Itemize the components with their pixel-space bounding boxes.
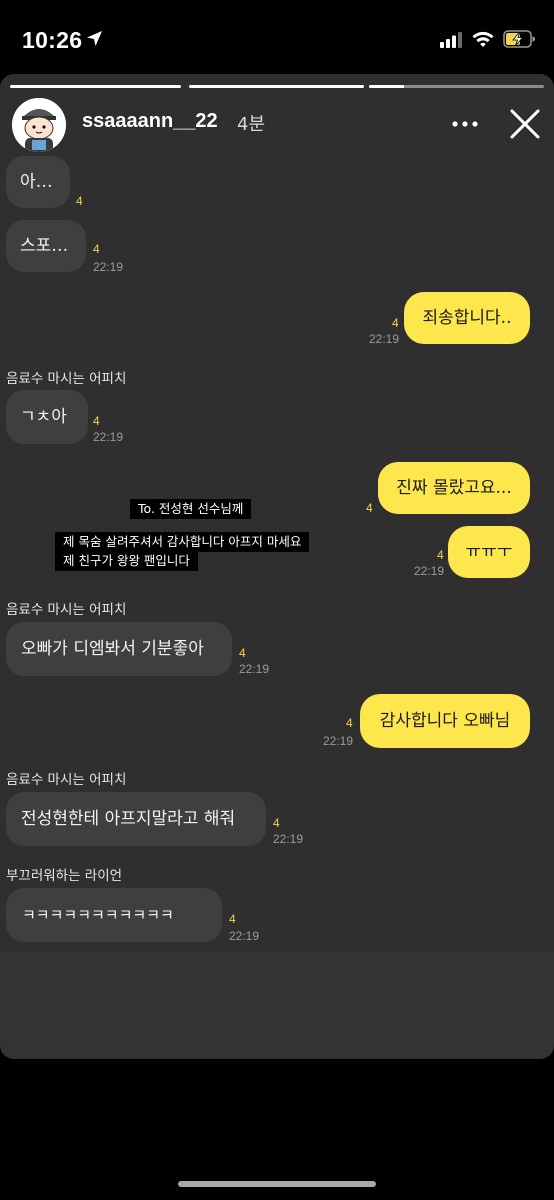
story-username[interactable]: ssaaaann__22 bbox=[82, 110, 218, 133]
avatar-illustration-icon bbox=[12, 98, 66, 152]
unread-count: 4 bbox=[273, 816, 280, 830]
location-arrow-icon bbox=[87, 31, 102, 46]
story-viewer[interactable]: ssaaaann__22 4분 아… 4 스포… 4 22:19 죄송합니다..… bbox=[0, 74, 554, 1059]
message-time: 22:19 bbox=[239, 662, 270, 676]
story-progress-bar bbox=[10, 85, 181, 88]
sender-name: 음료수 마시는 어피치 bbox=[6, 602, 127, 618]
wifi-icon bbox=[472, 31, 494, 47]
unread-count: 4 bbox=[437, 548, 444, 562]
message-time: 22:19 bbox=[369, 332, 400, 346]
avatar[interactable] bbox=[12, 98, 66, 152]
story-progress-bar bbox=[189, 85, 364, 88]
outgoing-message-bubble: 죄송합니다.. bbox=[404, 292, 530, 344]
unread-count: 4 bbox=[239, 646, 246, 660]
story-progress-fill bbox=[10, 85, 181, 88]
unread-count: 4 bbox=[346, 716, 353, 730]
message-time: 22:19 bbox=[323, 734, 354, 748]
clock: 10:26 bbox=[22, 27, 83, 53]
story-timestamp: 4분 bbox=[237, 114, 266, 135]
story-text-overlay: To. 전성현 선수님께 bbox=[130, 499, 252, 519]
story-progress-fill bbox=[369, 85, 404, 88]
message-time: 22:19 bbox=[93, 430, 124, 444]
unread-count: 4 bbox=[93, 414, 100, 428]
incoming-message-bubble: ㄱㅊ아 bbox=[6, 390, 88, 444]
story-progress-fill bbox=[189, 85, 364, 88]
story-text-overlay: 제 목숨 살려주셔서 감사합니다 아프지 마세요 bbox=[55, 532, 310, 552]
unread-count: 4 bbox=[229, 912, 236, 926]
unread-count: 4 bbox=[366, 501, 373, 515]
incoming-message-bubble: 오빠가 디엠봐서 기분좋아 bbox=[6, 622, 232, 676]
close-icon[interactable] bbox=[508, 107, 542, 141]
battery-charging-icon bbox=[503, 30, 535, 48]
message-time: 22:19 bbox=[273, 832, 304, 846]
sender-name: 음료수 마시는 어피치 bbox=[6, 371, 127, 387]
outgoing-message-bubble: ㅠㅠㅜ bbox=[448, 526, 530, 578]
sender-name: 부끄러워하는 라이언 bbox=[6, 868, 123, 884]
home-indicator[interactable] bbox=[178, 1181, 376, 1187]
unread-count: 4 bbox=[392, 316, 399, 330]
story-text-overlay: 제 친구가 왕왕 팬입니다 bbox=[55, 551, 198, 571]
outgoing-message-bubble: 진짜 몰랐고요... bbox=[378, 462, 530, 514]
message-time: 22:19 bbox=[414, 564, 445, 578]
message-time: 22:19 bbox=[93, 260, 124, 274]
outgoing-message-bubble: 감사합니다 오빠님 bbox=[360, 694, 530, 748]
message-time: 22:19 bbox=[229, 929, 260, 943]
unread-count: 4 bbox=[76, 194, 83, 208]
incoming-message-bubble: ㅋㅋㅋㅋㅋㅋㅋㅋㅋㅋㅋ bbox=[6, 888, 222, 942]
incoming-message-bubble: 스포… bbox=[6, 220, 86, 272]
sender-name: 음료수 마시는 어피치 bbox=[6, 772, 127, 788]
status-bar: 10:26 bbox=[0, 0, 554, 74]
cellular-signal-icon bbox=[440, 32, 462, 48]
unread-count: 4 bbox=[93, 242, 100, 256]
incoming-message-bubble: 아… bbox=[6, 156, 70, 208]
more-options-icon[interactable] bbox=[451, 114, 479, 134]
story-progress-bar bbox=[369, 85, 544, 88]
chat-empty-area bbox=[0, 952, 554, 1059]
incoming-message-bubble: 전성현한테 아프지말라고 해줘 bbox=[6, 792, 266, 846]
